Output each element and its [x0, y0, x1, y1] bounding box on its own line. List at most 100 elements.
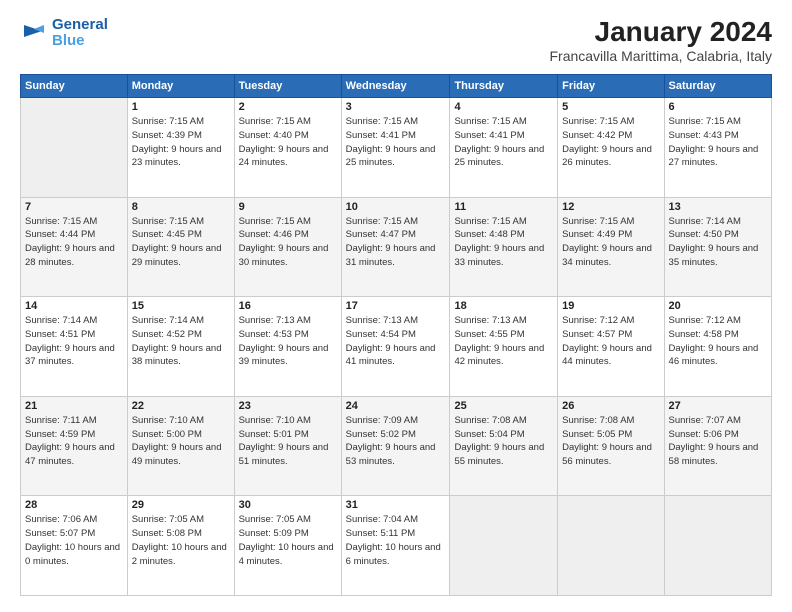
calendar-day-cell — [558, 496, 664, 596]
calendar-day-cell: 19Sunrise: 7:12 AMSunset: 4:57 PMDayligh… — [558, 297, 664, 397]
calendar-day-cell: 10 Sunrise: 7:15 AMSunset: 4:47 PMDayligh… — [341, 197, 450, 297]
calendar-day-cell: 27Sunrise: 7:07 AMSunset: 5:06 PMDayligh… — [664, 396, 771, 496]
day-number: 11 — [454, 201, 553, 213]
day-number: 26 — [562, 400, 659, 412]
calendar-table: SundayMondayTuesdayWednesdayThursdayFrid… — [20, 74, 772, 596]
day-number: 3 — [346, 101, 446, 113]
day-number: 2 — [239, 101, 337, 113]
month-title: January 2024 — [549, 16, 772, 48]
day-info: Sunrise: 7:15 AMSunset: 4:48 PMDaylight:… — [454, 215, 553, 270]
calendar-day-cell: 6Sunrise: 7:15 AMSunset: 4:43 PMDaylight… — [664, 98, 771, 198]
day-number: 5 — [562, 101, 659, 113]
title-block: January 2024 Francavilla Marittima, Cala… — [549, 16, 772, 64]
calendar-day-cell: 4Sunrise: 7:15 AMSunset: 4:41 PMDaylight… — [450, 98, 558, 198]
day-info: Sunrise: 7:13 AMSunset: 4:55 PMDaylight:… — [454, 314, 553, 369]
day-info: Sunrise: 7:10 AMSunset: 5:00 PMDaylight:… — [132, 414, 230, 469]
calendar-day-cell: 17 Sunrise: 7:13 AMSunset: 4:54 PMDayligh… — [341, 297, 450, 397]
calendar-day-cell — [664, 496, 771, 596]
day-info: Sunrise: 7:05 AMSunset: 5:08 PMDaylight:… — [132, 513, 230, 568]
calendar-day-cell: 2Sunrise: 7:15 AMSunset: 4:40 PMDaylight… — [234, 98, 341, 198]
calendar-day-cell: 24 Sunrise: 7:09 AMSunset: 5:02 PMDayligh… — [341, 396, 450, 496]
day-info: Sunrise: 7:08 AMSunset: 5:04 PMDaylight:… — [454, 414, 553, 469]
calendar-week-row: 1 Sunrise: 7:15 AMSunset: 4:39 PMDaylight… — [21, 98, 772, 198]
day-number: 12 — [562, 201, 659, 213]
day-info: Sunrise: 7:14 AMSunset: 4:50 PMDaylight:… — [669, 215, 767, 270]
logo-icon — [20, 19, 48, 47]
day-number: 22 — [132, 400, 230, 412]
day-number: 25 — [454, 400, 553, 412]
day-info: Sunrise: 7:13 AMSunset: 4:53 PMDaylight:… — [239, 314, 337, 369]
calendar-day-cell: 11 Sunrise: 7:15 AMSunset: 4:48 PMDayligh… — [450, 197, 558, 297]
day-number: 20 — [669, 300, 767, 312]
day-info: Sunrise: 7:15 AMSunset: 4:39 PMDaylight:… — [132, 115, 230, 170]
day-info: Sunrise: 7:15 AMSunset: 4:41 PMDaylight:… — [346, 115, 446, 170]
header: General Blue January 2024 Francavilla Ma… — [20, 16, 772, 64]
day-info: Sunrise: 7:15 AMSunset: 4:46 PMDaylight:… — [239, 215, 337, 270]
weekday-header-cell: Thursday — [450, 75, 558, 98]
day-number: 1 — [132, 101, 230, 113]
day-number: 10 — [346, 201, 446, 213]
day-info: Sunrise: 7:06 AMSunset: 5:07 PMDaylight:… — [25, 513, 123, 568]
day-number: 23 — [239, 400, 337, 412]
day-info: Sunrise: 7:12 AMSunset: 4:58 PMDaylight:… — [669, 314, 767, 369]
day-info: Sunrise: 7:15 AMSunset: 4:43 PMDaylight:… — [669, 115, 767, 170]
calendar-week-row: 21 Sunrise: 7:11 AMSunset: 4:59 PMDayligh… — [21, 396, 772, 496]
day-number: 29 — [132, 499, 230, 511]
calendar-day-cell: 5 Sunrise: 7:15 AMSunset: 4:42 PMDaylight… — [558, 98, 664, 198]
day-number: 14 — [25, 300, 123, 312]
calendar-day-cell: 12Sunrise: 7:15 AMSunset: 4:49 PMDayligh… — [558, 197, 664, 297]
day-info: Sunrise: 7:15 AMSunset: 4:42 PMDaylight:… — [562, 115, 659, 170]
day-number: 16 — [239, 300, 337, 312]
calendar-day-cell: 26 Sunrise: 7:08 AMSunset: 5:05 PMDayligh… — [558, 396, 664, 496]
day-info: Sunrise: 7:05 AMSunset: 5:09 PMDaylight:… — [239, 513, 337, 568]
page: General Blue January 2024 Francavilla Ma… — [0, 0, 792, 612]
day-number: 19 — [562, 300, 659, 312]
day-number: 24 — [346, 400, 446, 412]
day-number: 7 — [25, 201, 123, 213]
day-info: Sunrise: 7:15 AMSunset: 4:44 PMDaylight:… — [25, 215, 123, 270]
day-info: Sunrise: 7:15 AMSunset: 4:47 PMDaylight:… — [346, 215, 446, 270]
weekday-header-cell: Friday — [558, 75, 664, 98]
calendar-day-cell: 20 Sunrise: 7:12 AMSunset: 4:58 PMDayligh… — [664, 297, 771, 397]
day-info: Sunrise: 7:15 AMSunset: 4:45 PMDaylight:… — [132, 215, 230, 270]
day-info: Sunrise: 7:10 AMSunset: 5:01 PMDaylight:… — [239, 414, 337, 469]
calendar-week-row: 14Sunrise: 7:14 AMSunset: 4:51 PMDayligh… — [21, 297, 772, 397]
calendar-day-cell — [450, 496, 558, 596]
day-info: Sunrise: 7:15 AMSunset: 4:41 PMDaylight:… — [454, 115, 553, 170]
day-number: 13 — [669, 201, 767, 213]
day-number: 9 — [239, 201, 337, 213]
calendar-day-cell: 13 Sunrise: 7:14 AMSunset: 4:50 PMDayligh… — [664, 197, 771, 297]
day-info: Sunrise: 7:11 AMSunset: 4:59 PMDaylight:… — [25, 414, 123, 469]
day-number: 17 — [346, 300, 446, 312]
calendar-day-cell: 1 Sunrise: 7:15 AMSunset: 4:39 PMDaylight… — [127, 98, 234, 198]
calendar-day-cell: 30Sunrise: 7:05 AMSunset: 5:09 PMDayligh… — [234, 496, 341, 596]
logo: General Blue — [20, 16, 108, 50]
weekday-header-cell: Sunday — [21, 75, 128, 98]
calendar-day-cell: 14Sunrise: 7:14 AMSunset: 4:51 PMDayligh… — [21, 297, 128, 397]
calendar-week-row: 28Sunrise: 7:06 AMSunset: 5:07 PMDayligh… — [21, 496, 772, 596]
logo-text: General Blue — [52, 16, 108, 50]
calendar-body: 1 Sunrise: 7:15 AMSunset: 4:39 PMDaylight… — [21, 98, 772, 596]
day-number: 31 — [346, 499, 446, 511]
calendar-day-cell: 22 Sunrise: 7:10 AMSunset: 5:00 PMDayligh… — [127, 396, 234, 496]
calendar-day-cell: 21 Sunrise: 7:11 AMSunset: 4:59 PMDayligh… — [21, 396, 128, 496]
day-number: 21 — [25, 400, 123, 412]
day-info: Sunrise: 7:13 AMSunset: 4:54 PMDaylight:… — [346, 314, 446, 369]
day-info: Sunrise: 7:09 AMSunset: 5:02 PMDaylight:… — [346, 414, 446, 469]
calendar-day-cell: 3 Sunrise: 7:15 AMSunset: 4:41 PMDaylight… — [341, 98, 450, 198]
calendar-day-cell: 18Sunrise: 7:13 AMSunset: 4:55 PMDayligh… — [450, 297, 558, 397]
weekday-header-cell: Wednesday — [341, 75, 450, 98]
calendar-day-cell: 8Sunrise: 7:15 AMSunset: 4:45 PMDaylight… — [127, 197, 234, 297]
calendar-day-cell: 28Sunrise: 7:06 AMSunset: 5:07 PMDayligh… — [21, 496, 128, 596]
weekday-header-cell: Monday — [127, 75, 234, 98]
day-info: Sunrise: 7:08 AMSunset: 5:05 PMDaylight:… — [562, 414, 659, 469]
calendar-day-cell: 23 Sunrise: 7:10 AMSunset: 5:01 PMDayligh… — [234, 396, 341, 496]
calendar-header-row: SundayMondayTuesdayWednesdayThursdayFrid… — [21, 75, 772, 98]
day-number: 15 — [132, 300, 230, 312]
calendar-day-cell — [21, 98, 128, 198]
day-info: Sunrise: 7:07 AMSunset: 5:06 PMDaylight:… — [669, 414, 767, 469]
day-info: Sunrise: 7:04 AMSunset: 5:11 PMDaylight:… — [346, 513, 446, 568]
calendar-week-row: 7 Sunrise: 7:15 AMSunset: 4:44 PMDaylight… — [21, 197, 772, 297]
weekday-header-cell: Saturday — [664, 75, 771, 98]
day-info: Sunrise: 7:14 AMSunset: 4:52 PMDaylight:… — [132, 314, 230, 369]
